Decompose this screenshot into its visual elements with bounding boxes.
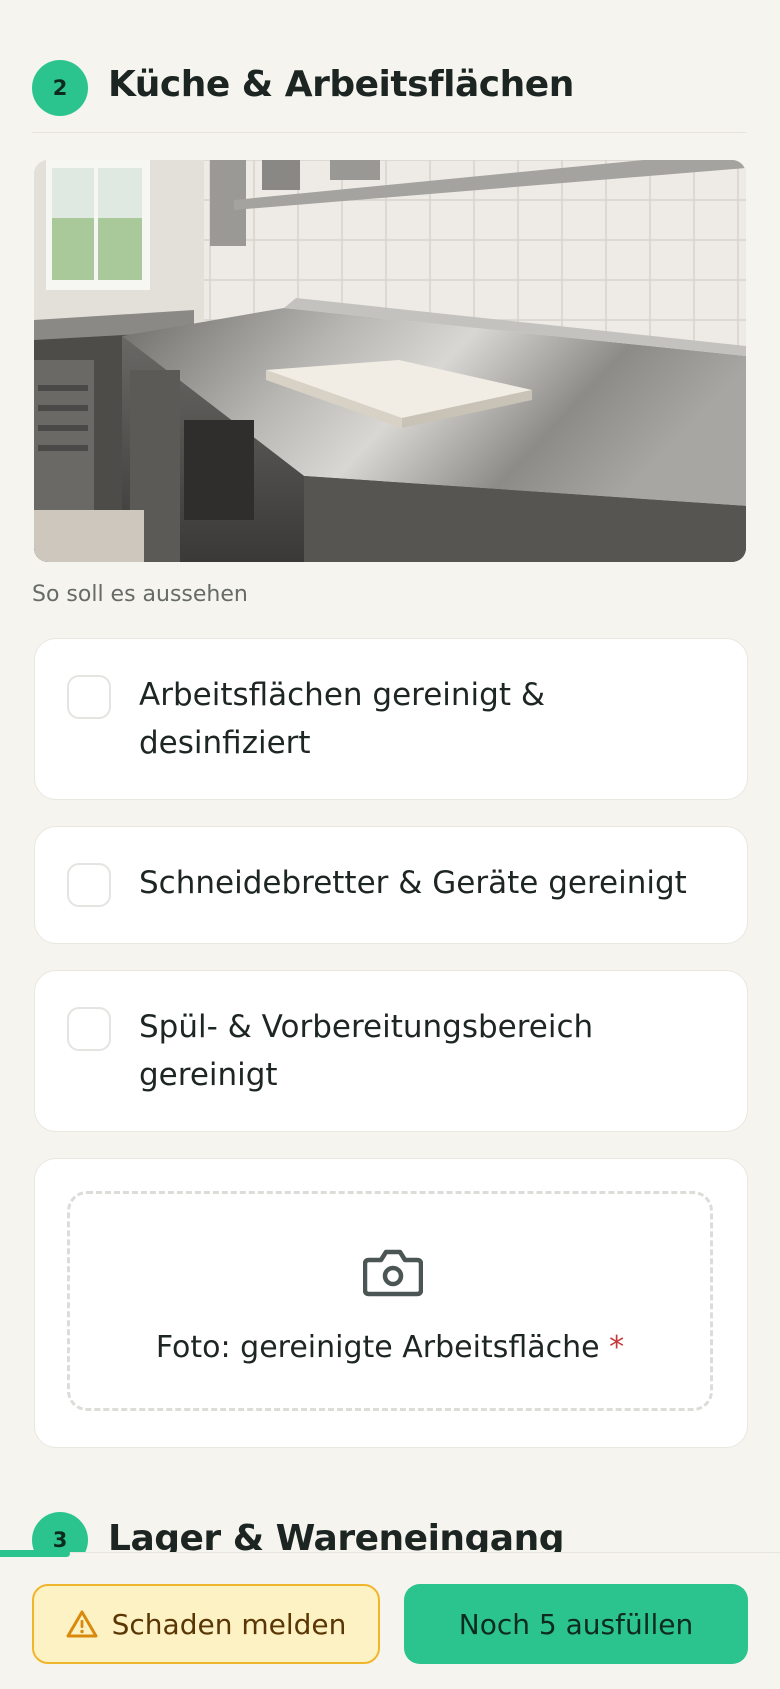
checkbox[interactable] xyxy=(67,675,111,719)
checkbox[interactable] xyxy=(67,1007,111,1051)
warning-icon xyxy=(66,1610,98,1638)
required-mark: * xyxy=(609,1330,625,1365)
report-damage-label: Schaden melden xyxy=(111,1607,347,1641)
fill-remaining-button[interactable]: Noch 5 ausfüllen xyxy=(404,1584,748,1664)
checklist-item-label: Arbeitsflächen gereinigt & desinfiziert xyxy=(139,677,546,761)
upload-label-text: Foto: gereinigte Arbeitsfläche xyxy=(155,1330,600,1365)
checklist-item-label: Spül- & Vorbereitungsbereich gereinigt xyxy=(139,1009,594,1093)
section-title: Küche & Arbeitsflächen xyxy=(108,64,574,105)
checkbox[interactable] xyxy=(67,863,111,907)
fill-remaining-label: Noch 5 ausfüllen xyxy=(458,1607,694,1641)
photo-upload-dropzone[interactable]: Foto: gereinigte Arbeitsfläche * xyxy=(67,1191,713,1411)
section-number-badge: 2 xyxy=(32,60,88,116)
camera-icon xyxy=(363,1249,423,1297)
section-header-kitchen: 2 Küche & Arbeitsflächen xyxy=(32,60,746,133)
progress-bar xyxy=(0,1550,70,1557)
reference-caption: So soll es aussehen xyxy=(32,582,248,607)
photo-upload-card: Foto: gereinigte Arbeitsfläche * xyxy=(34,1158,748,1448)
checklist-item-label: Schneidebretter & Geräte gereinigt xyxy=(139,865,687,901)
checklist-item[interactable]: Schneidebretter & Geräte gereinigt xyxy=(34,826,748,944)
report-damage-button[interactable]: Schaden melden xyxy=(32,1584,380,1664)
checklist-item[interactable]: Arbeitsflächen gereinigt & desinfiziert xyxy=(34,638,748,800)
kitchen-reference-image xyxy=(34,160,746,562)
photo-upload-label: Foto: gereinigte Arbeitsfläche * xyxy=(70,1330,710,1365)
reference-photo xyxy=(34,160,746,562)
checklist-item[interactable]: Spül- & Vorbereitungsbereich gereinigt xyxy=(34,970,748,1132)
